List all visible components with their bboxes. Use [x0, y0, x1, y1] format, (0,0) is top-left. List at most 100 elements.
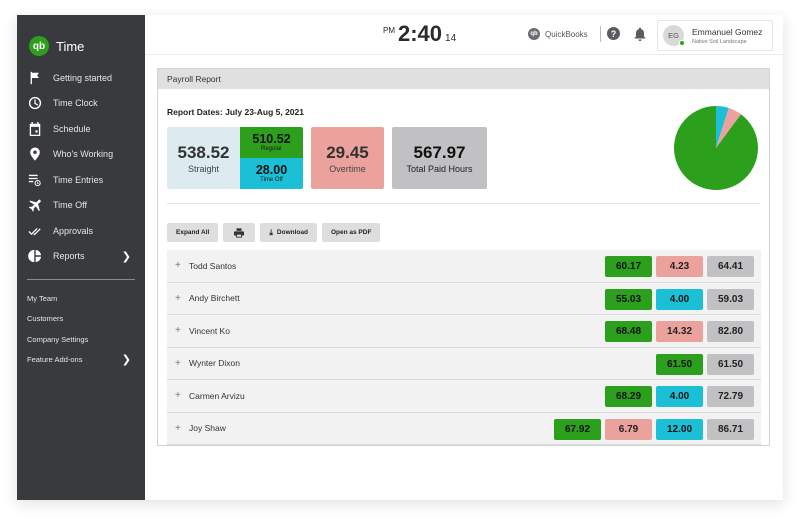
- sidebar-item-whos-working[interactable]: Who's Working: [17, 142, 145, 168]
- employee-name: Todd Santos: [189, 260, 237, 271]
- straight-hours-card: 538.52 Straight 510.52 Regular 28.00 Tim…: [167, 127, 303, 189]
- sidebar-item-customers[interactable]: Customers: [17, 309, 145, 330]
- employee-row[interactable]: + Vincent Ko 68.48 14.32 82.80: [167, 315, 761, 348]
- expand-row-icon[interactable]: +: [175, 358, 187, 369]
- regular-hours-cell: 60.17: [605, 256, 652, 277]
- chevron-right-icon: ❯: [121, 250, 131, 263]
- sidebar-item-label: Who's Working: [53, 149, 114, 160]
- pie-slice-regular: [674, 106, 758, 190]
- employee-name: Joy Shaw: [189, 423, 226, 434]
- help-icon[interactable]: ?: [607, 27, 620, 40]
- quickbooks-link[interactable]: qb QuickBooks: [528, 28, 588, 40]
- expand-row-icon[interactable]: +: [175, 325, 187, 336]
- user-name: Emmanuel Gomez: [692, 26, 763, 37]
- sidebar-item-label: My Team: [27, 293, 58, 303]
- sidebar-item-label: Approvals: [53, 225, 94, 236]
- app-logo[interactable]: qb Time: [17, 15, 145, 63]
- report-dates: Report Dates: July 23-Aug 5, 2021: [167, 107, 304, 117]
- sidebar-item-feature-add-ons[interactable]: Feature Add-ons ❯: [17, 350, 145, 371]
- sidebar-item-label: Time Off: [53, 200, 88, 211]
- regular-hours-cell: 67.92: [554, 418, 601, 440]
- current-time: PM 2:40 14: [383, 23, 456, 45]
- hours-cells: 55.03 4.00 59.03: [605, 288, 754, 310]
- employee-row[interactable]: + Carmen Arvizu 68.29 4.00 72.79: [167, 380, 761, 413]
- primary-nav: Getting started Time Clock Schedule Who'…: [17, 65, 145, 269]
- clock-time: 2:40: [398, 21, 443, 46]
- sidebar-item-getting-started[interactable]: Getting started: [17, 65, 145, 91]
- sidebar-item-label: Customers: [27, 314, 64, 324]
- total-hours-cell: 59.03: [707, 288, 754, 310]
- summary-cards: 538.52 Straight 510.52 Regular 28.00 Tim…: [167, 127, 487, 189]
- overtime-hours-cell: 6.79: [605, 418, 652, 440]
- bell-icon[interactable]: [634, 27, 646, 41]
- regular-value: 510.52: [252, 132, 291, 146]
- download-button[interactable]: ⤓ Download: [260, 223, 317, 242]
- location-pin-icon: [27, 146, 43, 162]
- time-off-value: 28.00: [255, 163, 288, 177]
- straight-label: Straight: [187, 163, 220, 174]
- time-off-hours-cell: 4.00: [656, 288, 703, 310]
- time-off-hours-cell: 12.00: [656, 418, 703, 440]
- calendar-icon: [27, 121, 43, 137]
- employee-name: Wynter Dixon: [189, 358, 240, 369]
- hours-cells: 68.48 14.32 82.80: [605, 321, 754, 342]
- sidebar-item-my-team[interactable]: My Team: [17, 288, 145, 309]
- total-label: Total Paid Hours: [406, 163, 473, 174]
- sidebar-item-label: Schedule: [53, 123, 91, 134]
- expand-all-button[interactable]: Expand All: [167, 223, 219, 242]
- employee-row[interactable]: + Todd Santos 60.17 4.23 64.41: [167, 250, 761, 283]
- total-hours-cell: 82.80: [707, 321, 754, 342]
- printer-icon: [234, 227, 245, 238]
- quickbooks-logo-icon: qb: [29, 36, 49, 56]
- total-hours-cell: 86.71: [707, 418, 754, 440]
- hours-cells: 60.17 4.23 64.41: [605, 256, 754, 277]
- hours-cells: 68.29 4.00 72.79: [605, 386, 754, 407]
- sidebar-item-reports[interactable]: Reports ❯: [17, 244, 145, 270]
- straight-value: 538.52: [177, 142, 230, 162]
- sidebar-item-label: Reports: [53, 251, 85, 262]
- user-menu[interactable]: EG Emmanuel Gomez Native Soil Landscape: [657, 20, 773, 51]
- topbar-divider: [600, 26, 601, 42]
- total-hours-cell: 72.79: [707, 386, 754, 407]
- sidebar-item-label: Time Entries: [53, 174, 104, 185]
- sidebar-item-label: Time Clock: [53, 98, 98, 109]
- sidebar-item-time-clock[interactable]: Time Clock: [17, 91, 145, 117]
- employee-row[interactable]: + Wynter Dixon 61.50 61.50: [167, 347, 761, 380]
- total-hours-card: 567.97 Total Paid Hours: [392, 127, 487, 189]
- expand-row-icon[interactable]: +: [175, 423, 187, 434]
- regular-hours-card: 510.52 Regular: [240, 127, 303, 158]
- employee-row[interactable]: + Joy Shaw 67.92 6.79 12.00 86.71: [167, 412, 761, 445]
- print-button[interactable]: [223, 223, 256, 242]
- overtime-hours-cell: 4.23: [656, 256, 703, 277]
- expand-row-icon[interactable]: +: [175, 293, 187, 304]
- panel-title: Payroll Report: [158, 69, 769, 89]
- expand-row-icon[interactable]: +: [175, 260, 187, 271]
- expand-row-icon[interactable]: +: [175, 390, 187, 401]
- report-toolbar: Expand All ⤓ Download Open as PDF: [167, 223, 381, 242]
- payroll-report-panel: Payroll Report Report Dates: July 23-Aug…: [157, 68, 770, 446]
- open-as-pdf-button[interactable]: Open as PDF: [321, 223, 381, 242]
- hours-cells: 67.92 6.79 12.00 86.71: [554, 418, 754, 440]
- sidebar-divider: [27, 279, 135, 280]
- sidebar-item-company-settings[interactable]: Company Settings: [17, 329, 145, 350]
- employee-row[interactable]: + Andy Birchett 55.03 4.00 59.03: [167, 282, 761, 315]
- time-off-label: Time Off: [260, 177, 283, 183]
- sidebar-item-time-entries[interactable]: Time Entries: [17, 167, 145, 193]
- sidebar-item-approvals[interactable]: Approvals: [17, 218, 145, 244]
- main-content: PM 2:40 14 qb QuickBooks ? EG Emmanuel G…: [145, 15, 783, 500]
- quickbooks-label: QuickBooks: [545, 29, 588, 39]
- clock-ampm: PM: [383, 26, 395, 35]
- flag-icon: [27, 70, 43, 86]
- sidebar-item-label: Getting started: [53, 72, 113, 83]
- secondary-nav: My Team Customers Company Settings Featu…: [17, 288, 145, 370]
- pie-chart-svg: [674, 106, 758, 190]
- pie-chart-icon: [27, 248, 43, 264]
- avatar-initials: EG: [668, 31, 679, 40]
- app-name: Time: [56, 38, 85, 54]
- download-icon: ⤓: [269, 227, 273, 237]
- employee-list: + Todd Santos 60.17 4.23 64.41 + Andy Birchett…: [167, 250, 761, 445]
- regular-hours-cell: 61.50: [656, 353, 703, 375]
- sidebar-item-time-off[interactable]: Time Off: [17, 193, 145, 219]
- total-hours-cell: 64.41: [707, 256, 754, 277]
- sidebar-item-schedule[interactable]: Schedule: [17, 116, 145, 142]
